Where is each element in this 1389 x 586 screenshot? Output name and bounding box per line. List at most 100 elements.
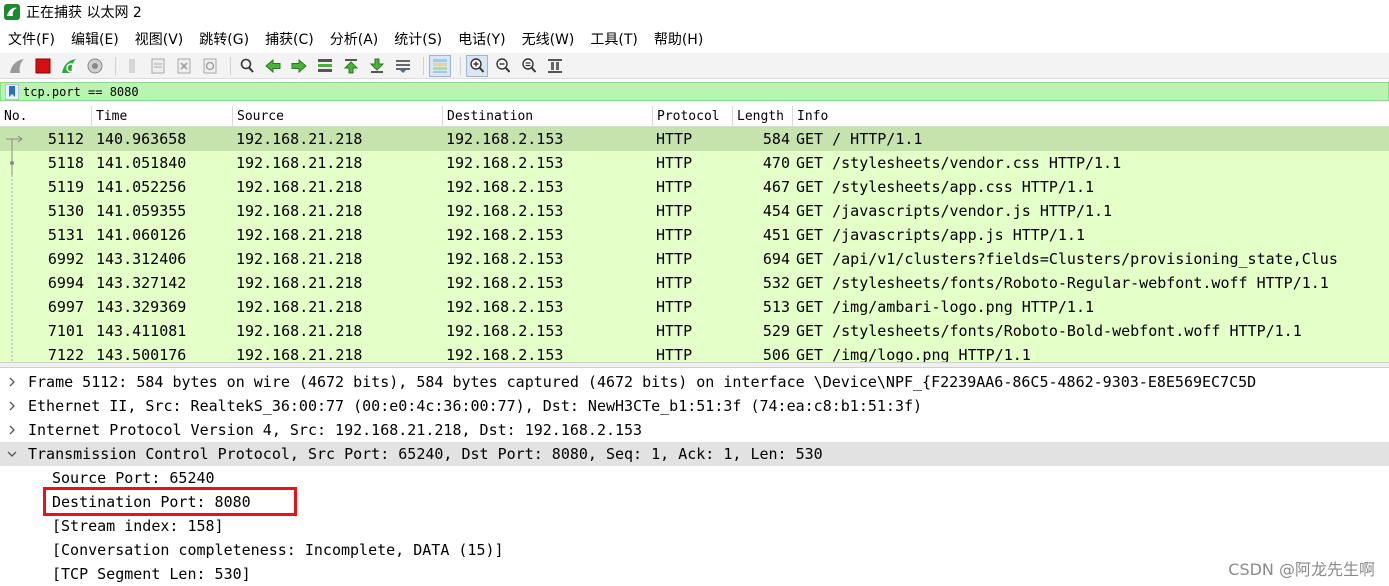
packet-row[interactable]: 6992 143.312406 192.168.21.218 192.168.2.15…	[0, 247, 1389, 271]
toolbar-separator	[423, 56, 424, 75]
save-file-icon[interactable]	[147, 55, 169, 77]
packet-cell-protocol: HTTP	[656, 130, 693, 148]
packet-cell-protocol: HTTP	[656, 346, 693, 362]
detail-tree-node[interactable]: Internet Protocol Version 4, Src: 192.16…	[0, 418, 1389, 442]
menu-analyze[interactable]: 分析(A)	[322, 29, 387, 49]
watermark: CSDN @阿龙先生啊	[1228, 560, 1375, 579]
go-back-icon[interactable]	[262, 55, 284, 77]
zoom-in-icon[interactable]	[466, 54, 488, 77]
packet-row[interactable]: 7122 143.500176 192.168.21.218 192.168.2.15…	[0, 343, 1389, 362]
packet-cell-no: 5131	[47, 226, 84, 244]
close-file-icon[interactable]	[173, 55, 195, 77]
chevron-right-icon[interactable]	[6, 418, 18, 442]
normal-size-icon[interactable]	[518, 55, 540, 77]
packet-cell-time: 141.051840	[96, 154, 187, 172]
packet-cell-info: GET /stylesheets/fonts/Roboto-Bold-webfo…	[796, 322, 1302, 340]
packet-cell-destination: 192.168.2.153	[446, 298, 564, 316]
packet-row[interactable]: 7101 143.411081 192.168.21.218 192.168.2.15…	[0, 319, 1389, 343]
menu-file[interactable]: 文件(F)	[0, 29, 63, 49]
packet-row[interactable]: 5130 141.059355 192.168.21.218 192.168.2.15…	[0, 199, 1389, 223]
packet-cell-protocol: HTTP	[656, 154, 693, 172]
menu-tools[interactable]: 工具(T)	[582, 29, 645, 49]
menu-capture[interactable]: 捕获(C)	[257, 29, 322, 49]
packet-cell-info: GET /stylesheets/app.css HTTP/1.1	[796, 178, 1095, 196]
packet-cell-length: 454	[762, 202, 790, 220]
menu-edit[interactable]: 编辑(E)	[63, 29, 127, 49]
restart-capture-icon[interactable]	[58, 55, 80, 77]
menu-go[interactable]: 跳转(G)	[191, 29, 257, 49]
packet-cell-info: GET /javascripts/vendor.js HTTP/1.1	[796, 202, 1113, 220]
colorize-icon[interactable]	[429, 54, 451, 77]
find-packet-icon[interactable]	[236, 55, 258, 77]
packet-row[interactable]: 5131 141.060126 192.168.21.218 192.168.2.15…	[0, 223, 1389, 247]
detail-text: [Stream index: 158]	[52, 517, 224, 535]
packet-cell-destination: 192.168.2.153	[446, 346, 564, 362]
packet-cell-destination: 192.168.2.153	[446, 202, 564, 220]
packet-cell-length: 513	[762, 298, 790, 316]
menu-view[interactable]: 视图(V)	[127, 29, 192, 49]
detail-tree-node[interactable]: Transmission Control Protocol, Src Port:…	[0, 442, 1389, 466]
toolbar-separator	[115, 56, 116, 75]
packet-row[interactable]: 5119 141.052256 192.168.21.218 192.168.2.15…	[0, 175, 1389, 199]
packet-cell-length: 584	[762, 130, 790, 148]
filter-bookmark-icon[interactable]	[5, 83, 19, 100]
packet-cell-destination: 192.168.2.153	[446, 178, 564, 196]
packet-cell-no: 6994	[47, 274, 84, 292]
detail-tree-node[interactable]: Frame 5112: 584 bytes on wire (4672 bits…	[0, 370, 1389, 394]
pane-splitter[interactable]	[0, 362, 1389, 368]
detail-tree-field[interactable]: [TCP Segment Len: 530]	[0, 562, 1389, 586]
packet-row[interactable]: 6997 143.329369 192.168.21.218 192.168.2.15…	[0, 295, 1389, 319]
detail-tree-field[interactable]: [Stream index: 158]	[0, 514, 1389, 538]
packet-cell-length: 506	[762, 346, 790, 362]
packet-cell-time: 140.963658	[96, 130, 187, 148]
column-header-info[interactable]: Info	[793, 106, 1389, 126]
capture-options-icon[interactable]	[84, 55, 106, 77]
go-to-packet-icon[interactable]	[314, 55, 336, 77]
detail-text: [TCP Segment Len: 530]	[52, 565, 251, 583]
display-filter-input[interactable]	[23, 84, 1323, 99]
shark-fin-start-icon[interactable]	[6, 55, 28, 77]
packet-cell-no: 5118	[47, 154, 84, 172]
column-header-no[interactable]: No.	[0, 106, 92, 126]
menu-help[interactable]: 帮助(H)	[646, 29, 711, 49]
column-header-destination[interactable]: Destination	[443, 106, 653, 126]
column-header-time[interactable]: Time	[92, 106, 233, 126]
packet-cell-protocol: HTTP	[656, 226, 693, 244]
chevron-right-icon[interactable]	[6, 370, 18, 394]
column-header-source[interactable]: Source	[233, 106, 443, 126]
menu-statistics[interactable]: 统计(S)	[386, 29, 450, 49]
last-packet-icon[interactable]	[366, 55, 388, 77]
packet-cell-time: 143.411081	[96, 322, 187, 340]
reload-file-icon[interactable]	[199, 55, 221, 77]
packet-cell-no: 7101	[47, 322, 84, 340]
go-forward-icon[interactable]	[288, 55, 310, 77]
packet-cell-length: 467	[762, 178, 790, 196]
detail-text: Frame 5112: 584 bytes on wire (4672 bits…	[28, 373, 1257, 391]
detail-tree-field[interactable]: [Conversation completeness: Incomplete, …	[0, 538, 1389, 562]
autoscroll-icon[interactable]	[392, 55, 414, 77]
stop-capture-icon[interactable]	[32, 55, 54, 77]
column-header-length[interactable]: Length	[733, 106, 793, 126]
packet-cell-destination: 192.168.2.153	[446, 250, 564, 268]
detail-tree-node[interactable]: Ethernet II, Src: RealtekS_36:00:77 (00:…	[0, 394, 1389, 418]
menu-telephony[interactable]: 电话(Y)	[450, 29, 513, 49]
packet-cell-time: 143.500176	[96, 346, 187, 362]
packet-row[interactable]: 6994 143.327142 192.168.21.218 192.168.2.15…	[0, 271, 1389, 295]
packet-cell-protocol: HTTP	[656, 298, 693, 316]
packet-cell-protocol: HTTP	[656, 250, 693, 268]
packet-cell-source: 192.168.21.218	[236, 130, 363, 148]
destination-port-highlight-box	[43, 487, 297, 516]
first-packet-icon[interactable]	[340, 55, 362, 77]
zoom-out-icon[interactable]	[492, 55, 514, 77]
chevron-down-icon[interactable]	[6, 442, 18, 466]
packet-row[interactable]: 5118 141.051840 192.168.21.218 192.168.2.15…	[0, 151, 1389, 175]
packet-cell-info: GET /javascripts/app.js HTTP/1.1	[796, 226, 1085, 244]
menu-wireless[interactable]: 无线(W)	[514, 29, 583, 49]
packet-cell-source: 192.168.21.218	[236, 322, 363, 340]
chevron-right-icon[interactable]	[6, 394, 18, 418]
packet-cell-protocol: HTTP	[656, 202, 693, 220]
packet-row[interactable]: 5112 140.963658 192.168.21.218 192.168.2.15…	[0, 127, 1389, 151]
open-file-icon[interactable]	[121, 55, 143, 77]
column-header-protocol[interactable]: Protocol	[653, 106, 733, 126]
resize-columns-icon[interactable]	[544, 55, 566, 77]
